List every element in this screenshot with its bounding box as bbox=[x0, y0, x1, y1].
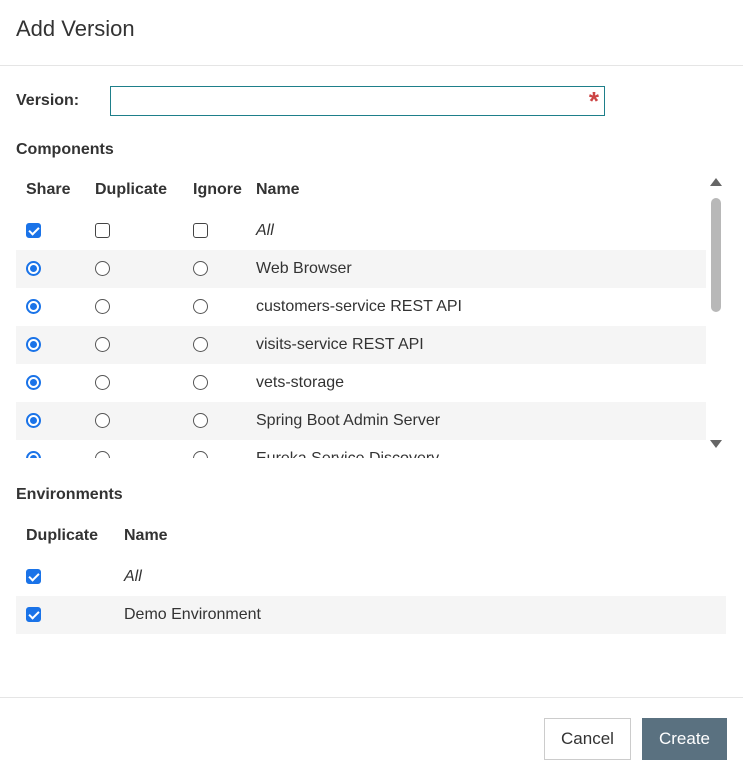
component-row: customers-service REST API bbox=[16, 288, 706, 326]
components-header-row: Share Duplicate Ignore Name bbox=[16, 168, 706, 212]
ignore-radio[interactable] bbox=[193, 375, 208, 391]
ignore-radio[interactable] bbox=[193, 337, 208, 353]
component-row: Spring Boot Admin Server bbox=[16, 402, 706, 440]
share-radio[interactable] bbox=[26, 413, 41, 429]
ignore-radio[interactable] bbox=[193, 451, 208, 458]
environments-table: Duplicate Name All Demo Environment bbox=[16, 514, 726, 634]
environment-row: Demo Environment bbox=[16, 596, 726, 634]
components-scrollbar[interactable] bbox=[706, 172, 726, 458]
share-radio[interactable] bbox=[26, 451, 41, 458]
header-name: Name bbox=[256, 181, 300, 198]
component-row: visits-service REST API bbox=[16, 326, 706, 364]
header-share: Share bbox=[26, 181, 71, 198]
share-radio[interactable] bbox=[26, 261, 41, 277]
duplicate-radio[interactable] bbox=[95, 413, 110, 429]
duplicate-all-checkbox[interactable] bbox=[95, 223, 110, 239]
component-name: vets-storage bbox=[256, 374, 345, 391]
share-all-checkbox[interactable] bbox=[26, 223, 41, 239]
cancel-button[interactable]: Cancel bbox=[544, 718, 631, 760]
dialog-footer: Cancel Create bbox=[0, 697, 743, 776]
create-button[interactable]: Create bbox=[642, 718, 727, 760]
environments-all-row: All bbox=[16, 558, 726, 596]
ignore-all-checkbox[interactable] bbox=[193, 223, 208, 239]
component-name: Eureka Service Discovery bbox=[256, 440, 706, 458]
component-name: visits-service REST API bbox=[256, 326, 706, 364]
duplicate-radio[interactable] bbox=[95, 299, 110, 315]
components-table: Share Duplicate Ignore Name All Web Brow… bbox=[16, 168, 706, 458]
env-header-name: Name bbox=[124, 527, 168, 544]
version-label: Version: bbox=[16, 92, 80, 109]
component-name: Spring Boot Admin Server bbox=[256, 402, 706, 440]
env-duplicate-all-checkbox[interactable] bbox=[26, 569, 41, 585]
environments-title: Environments bbox=[16, 486, 123, 503]
version-input[interactable] bbox=[110, 86, 605, 116]
ignore-radio[interactable] bbox=[193, 299, 208, 315]
duplicate-radio[interactable] bbox=[95, 451, 110, 458]
dialog-title: Add Version bbox=[16, 16, 135, 41]
component-name: Web Browser bbox=[256, 250, 706, 288]
env-duplicate-checkbox[interactable] bbox=[26, 607, 41, 623]
required-indicator: * bbox=[588, 86, 599, 116]
share-radio[interactable] bbox=[26, 375, 41, 391]
component-row: Eureka Service Discovery bbox=[16, 440, 706, 458]
all-label: All bbox=[256, 222, 274, 239]
ignore-radio[interactable] bbox=[193, 261, 208, 277]
share-radio[interactable] bbox=[26, 299, 41, 315]
scroll-up-arrow-icon[interactable] bbox=[710, 178, 722, 186]
components-table-container: Share Duplicate Ignore Name All Web Brow… bbox=[16, 168, 726, 458]
version-input-wrap: * bbox=[110, 86, 605, 116]
scroll-thumb[interactable] bbox=[711, 198, 721, 312]
dialog-header: Add Version bbox=[0, 0, 743, 66]
components-title: Components bbox=[16, 141, 114, 158]
environments-table-container: Duplicate Name All Demo Environment bbox=[16, 514, 726, 634]
duplicate-radio[interactable] bbox=[95, 337, 110, 353]
duplicate-radio[interactable] bbox=[95, 375, 110, 391]
component-row: vets-storage bbox=[16, 364, 706, 402]
duplicate-radio[interactable] bbox=[95, 261, 110, 277]
ignore-radio[interactable] bbox=[193, 413, 208, 429]
scroll-down-arrow-icon[interactable] bbox=[710, 440, 722, 448]
share-radio[interactable] bbox=[26, 337, 41, 353]
env-header-duplicate: Duplicate bbox=[26, 527, 99, 544]
component-name: customers-service REST API bbox=[256, 298, 462, 315]
environments-header-row: Duplicate Name bbox=[16, 514, 726, 558]
header-duplicate: Duplicate bbox=[95, 181, 168, 198]
header-ignore: Ignore bbox=[193, 181, 242, 198]
version-row: Version: * bbox=[16, 86, 605, 116]
env-all-label: All bbox=[124, 568, 142, 585]
component-row: Web Browser bbox=[16, 250, 706, 288]
environment-name: Demo Environment bbox=[124, 596, 726, 634]
components-all-row: All bbox=[16, 212, 706, 250]
